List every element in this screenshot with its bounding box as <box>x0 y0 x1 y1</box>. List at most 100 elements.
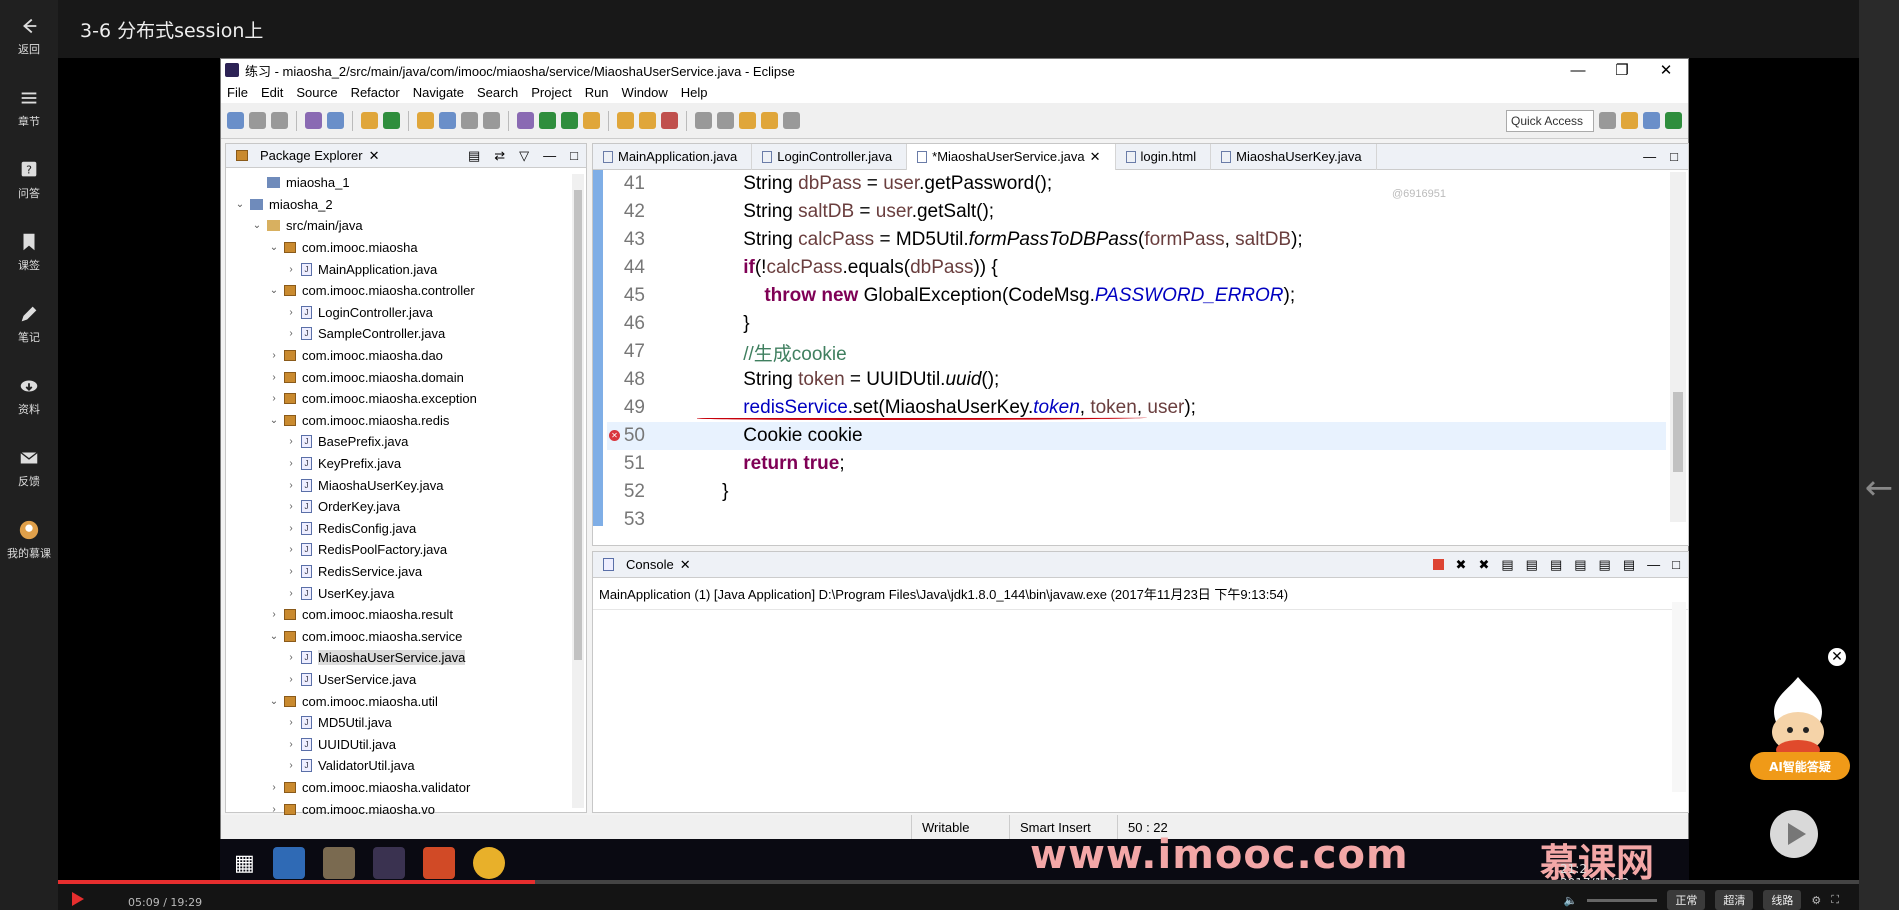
chevron-right-icon[interactable]: › <box>285 523 297 534</box>
tree-item[interactable]: › J RedisPoolFactory.java <box>226 539 586 561</box>
menu-refactor[interactable]: Refactor <box>351 85 400 100</box>
progress-bar[interactable] <box>58 880 1859 884</box>
editor-tab[interactable]: MainApplication.java <box>593 143 753 170</box>
close-icon[interactable]: ✕ <box>680 557 691 573</box>
rail-item-menu[interactable]: 章节 <box>0 72 58 144</box>
menu-project[interactable]: Project <box>531 85 571 100</box>
editor-horizontal-scrollbar[interactable] <box>633 529 1664 543</box>
rail-item-pencil[interactable]: 笔记 <box>0 288 58 360</box>
quick-access-input[interactable]: Quick Access <box>1506 109 1594 132</box>
menu-search[interactable]: Search <box>477 85 518 100</box>
scroll-lock-icon[interactable]: ▤ <box>1526 557 1538 573</box>
debug-perspective-icon[interactable] <box>1621 112 1638 129</box>
code-line[interactable]: 49 redisService.set(MiaoshaUserKey.token… <box>607 394 1666 422</box>
tree-item[interactable]: › J UserService.java <box>226 669 586 691</box>
menu-source[interactable]: Source <box>296 85 337 100</box>
code-line[interactable]: 42 String saltDB = user.getSalt(); <box>607 198 1666 226</box>
chevron-right-icon[interactable]: › <box>285 264 297 275</box>
arrow-left-icon[interactable]: ← <box>1861 470 1897 506</box>
volume-slider[interactable] <box>1587 898 1658 902</box>
tree-item[interactable]: › com.imooc.miaosha.domain <box>226 366 586 388</box>
tree-item[interactable]: miaosha_1 <box>226 172 586 194</box>
chevron-down-icon[interactable]: ⌄ <box>268 631 280 642</box>
maximize-view-icon[interactable]: □ <box>1672 557 1680 572</box>
chevron-right-icon[interactable]: › <box>268 393 280 404</box>
rail-item-cloud-download[interactable]: 资料 <box>0 360 58 432</box>
eclipse-taskbar-icon[interactable] <box>372 847 405 879</box>
new-icon[interactable] <box>227 112 244 129</box>
chevron-right-icon[interactable]: › <box>268 350 280 361</box>
quality-hd[interactable]: 超清 <box>1715 890 1754 910</box>
rail-item-mail[interactable]: 反馈 <box>0 432 58 504</box>
link-editor-icon[interactable]: ⇄ <box>494 148 505 164</box>
play-icon[interactable] <box>1770 810 1818 858</box>
open-perspective-icon[interactable] <box>1599 112 1616 129</box>
skip-breakpoints-icon[interactable] <box>305 112 322 129</box>
maximize-view-icon[interactable]: □ <box>570 148 578 164</box>
tree-item[interactable]: › com.imooc.miaosha.validator <box>226 777 586 799</box>
package-explorer-tab[interactable]: Package Explorer ✕ ▤ ⇄ ▽ — □ <box>226 144 586 168</box>
back-icon[interactable] <box>761 112 778 129</box>
highlight-icon[interactable] <box>417 112 434 129</box>
tree-item[interactable]: ⌄ com.imooc.miaosha <box>226 237 586 259</box>
code-line[interactable]: 53 <box>607 506 1666 526</box>
save-icon[interactable] <box>249 112 266 129</box>
chevron-right-icon[interactable]: › <box>285 739 297 750</box>
chevron-right-icon[interactable]: › <box>285 501 297 512</box>
menu-navigate[interactable]: Navigate <box>413 85 464 100</box>
editor-tab[interactable]: login.html <box>1116 143 1212 170</box>
tree-item[interactable]: ⌄ src/main/java <box>226 215 586 237</box>
chevron-right-icon[interactable]: › <box>285 307 297 318</box>
view-menu-icon[interactable]: ▽ <box>519 148 529 164</box>
ai-answer-button[interactable]: AI智能答疑 <box>1750 752 1850 780</box>
line-select[interactable]: 线路 <box>1763 890 1802 910</box>
java-perspective-icon[interactable] <box>1643 112 1660 129</box>
terminate-icon[interactable] <box>1432 559 1444 570</box>
code-line[interactable]: 52 } <box>607 478 1666 506</box>
chevron-down-icon[interactable]: ⌄ <box>234 199 246 210</box>
close-icon[interactable]: ✕ <box>1826 646 1848 668</box>
chevron-down-icon[interactable]: ⌄ <box>268 285 280 296</box>
code-line[interactable]: 51 return true; <box>607 450 1666 478</box>
scrollbar-thumb[interactable] <box>574 190 582 660</box>
tree-item[interactable]: › J RedisConfig.java <box>226 518 586 540</box>
chevron-right-icon[interactable]: › <box>268 372 280 383</box>
error-marker-icon[interactable]: ✕ <box>609 430 620 441</box>
app-icon[interactable] <box>322 847 355 879</box>
maximize-view-icon[interactable]: □ <box>1670 149 1678 164</box>
tree-item[interactable]: ⌄ com.imooc.miaosha.controller <box>226 280 586 302</box>
code-line[interactable]: 45 throw new GlobalException(CodeMsg.PAS… <box>607 282 1666 310</box>
volume-icon[interactable]: 🔈 <box>1564 894 1578 907</box>
tree-item[interactable]: › J MainApplication.java <box>226 258 586 280</box>
run-icon[interactable] <box>539 112 556 129</box>
file-explorer-icon[interactable] <box>272 847 305 879</box>
tree-item[interactable]: ⌄ com.imooc.miaosha.util <box>226 690 586 712</box>
remove-launch-icon[interactable]: ✖ <box>1456 557 1467 573</box>
editor-tab[interactable]: LoginController.java <box>752 143 908 170</box>
chevron-right-icon[interactable]: › <box>268 804 280 815</box>
display-console-icon[interactable]: ▤ <box>1599 557 1611 573</box>
word-wrap-icon[interactable]: ▤ <box>1550 557 1562 573</box>
chevron-right-icon[interactable]: › <box>268 609 280 620</box>
minimize-icon[interactable]: — <box>1556 62 1600 79</box>
tree-item[interactable]: › com.imooc.miaosha.exception <box>226 388 586 410</box>
minimize-view-icon[interactable]: — <box>1643 149 1656 164</box>
console-tab[interactable]: Console ✕ ✖ ✖ ▤ ▤ ▤ ▤ ▤ ▤ — □ <box>593 552 1688 578</box>
chevron-right-icon[interactable]: › <box>285 328 297 339</box>
pin-console-icon[interactable]: ▤ <box>1574 557 1586 573</box>
editor-scrollbar[interactable] <box>1670 172 1686 522</box>
last-edit-icon[interactable] <box>739 112 756 129</box>
menu-window[interactable]: Window <box>622 85 668 100</box>
minimize-view-icon[interactable]: — <box>543 148 556 164</box>
close-icon[interactable]: ✕ <box>1090 149 1101 165</box>
chevron-down-icon[interactable]: ⌄ <box>268 696 280 707</box>
chevron-right-icon[interactable]: › <box>285 566 297 577</box>
open-console-icon[interactable]: ▤ <box>1623 557 1635 573</box>
coverage-icon[interactable] <box>583 112 600 129</box>
code-line[interactable]: ✕ 50 Cookie cookie <box>607 422 1666 450</box>
tree-item[interactable]: › J LoginController.java <box>226 302 586 324</box>
tree-item[interactable]: › J MiaoshaUserService.java <box>226 647 586 669</box>
tree-item[interactable]: › com.imooc.miaosha.dao <box>226 345 586 367</box>
new-package-icon[interactable] <box>361 112 378 129</box>
save-all-icon[interactable] <box>271 112 288 129</box>
